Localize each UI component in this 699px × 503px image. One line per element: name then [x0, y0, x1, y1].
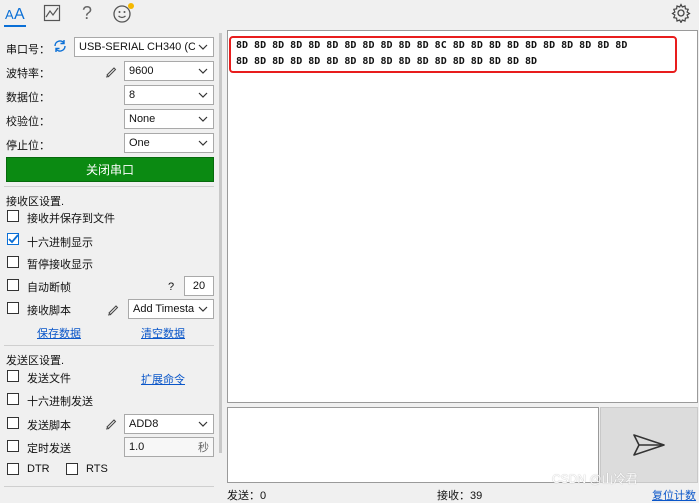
timed-send-label: 定时发送 — [27, 443, 71, 455]
hex-display-checkbox[interactable] — [7, 233, 19, 245]
edit-pen-icon[interactable] — [104, 416, 118, 430]
refresh-icon[interactable] — [52, 38, 68, 54]
send-settings-title: 发送区设置. — [6, 355, 65, 367]
receive-text-area[interactable] — [227, 30, 698, 403]
rts-label: RTS — [86, 463, 108, 475]
chevron-down-icon — [198, 68, 208, 74]
send-script-value: ADD8 — [129, 418, 159, 430]
left-panel-scroll-thumb[interactable] — [219, 33, 222, 453]
chart-icon[interactable] — [42, 2, 62, 24]
top-toolbar — [0, 0, 699, 28]
stopbits-select[interactable]: One — [124, 133, 214, 153]
pause-display-checkbox[interactable] — [7, 256, 19, 268]
reset-count-link[interactable]: 复位计数 — [652, 487, 696, 503]
expand-command-link[interactable]: 扩展命令 — [141, 371, 185, 387]
auto-frame-value: 20 — [192, 280, 206, 292]
divider — [4, 186, 214, 187]
port-select[interactable]: USB-SERIAL CH340 (COM — [74, 37, 214, 57]
save-to-file-checkbox[interactable] — [7, 210, 19, 222]
databits-select-value: 8 — [129, 89, 136, 101]
hex-display-label: 十六进制显示 — [27, 237, 93, 249]
parity-select-value: None — [129, 113, 156, 125]
auto-frame-help[interactable]: ? — [168, 281, 174, 293]
baud-select-value: 9600 — [129, 65, 154, 77]
send-script-select[interactable]: ADD8 — [124, 414, 214, 434]
databits-label: 数据位： — [6, 92, 50, 104]
baud-label: 波特率： — [6, 68, 50, 80]
chevron-down-icon — [198, 140, 208, 146]
sent-count: 发送：0 — [227, 490, 267, 502]
chevron-down-icon — [198, 116, 208, 122]
recv-script-label: 接收脚本 — [27, 305, 71, 317]
svg-text:A: A — [14, 6, 25, 22]
timed-send-unit: 秒 — [198, 442, 209, 454]
chevron-down-icon — [198, 92, 208, 98]
watermark: CSDN @山冷君 — [552, 472, 638, 486]
databits-select[interactable]: 8 — [124, 85, 214, 105]
baud-select[interactable]: 9600 — [124, 61, 214, 81]
parity-select[interactable]: None — [124, 109, 214, 129]
send-file-label: 发送文件 — [27, 373, 71, 385]
checkmark-icon — [8, 234, 19, 244]
dtr-checkbox[interactable] — [7, 463, 19, 475]
save-data-link[interactable]: 保存数据 — [37, 325, 81, 341]
send-text-area[interactable] — [227, 407, 599, 483]
rts-checkbox[interactable] — [66, 463, 78, 475]
chevron-down-icon — [198, 306, 208, 312]
chevron-down-icon — [198, 421, 208, 427]
recv-script-value: Add Timesta — [133, 303, 195, 315]
edit-pen-icon[interactable] — [104, 64, 118, 78]
stopbits-label: 停止位： — [6, 140, 50, 152]
clear-data-link[interactable]: 清空数据 — [141, 325, 185, 341]
timed-send-checkbox[interactable] — [7, 440, 19, 452]
active-tab-indicator — [4, 25, 26, 27]
parity-label: 校验位： — [6, 116, 50, 128]
font-icon[interactable]: AA — [5, 2, 25, 24]
send-script-label: 发送脚本 — [27, 420, 71, 432]
timed-send-interval-input[interactable]: 1.0 秒 — [124, 437, 214, 457]
pause-display-label: 暂停接收显示 — [27, 259, 93, 271]
send-file-checkbox[interactable] — [7, 370, 19, 382]
gear-icon[interactable] — [670, 2, 692, 24]
port-label: 串口号： — [6, 44, 50, 56]
stopbits-select-value: One — [129, 137, 150, 149]
auto-frame-checkbox[interactable] — [7, 279, 19, 291]
help-icon[interactable]: ? — [78, 2, 96, 24]
recv-script-checkbox[interactable] — [7, 302, 19, 314]
divider — [4, 486, 214, 487]
send-script-checkbox[interactable] — [7, 417, 19, 429]
svg-text:A: A — [5, 7, 14, 22]
receive-settings-title: 接收区设置. — [6, 196, 65, 208]
save-to-file-label: 接收并保存到文件 — [27, 213, 115, 225]
edit-pen-icon[interactable] — [106, 302, 120, 316]
close-port-button[interactable]: 关闭串口 — [6, 157, 214, 182]
hex-send-label: 十六进制发送 — [27, 396, 93, 408]
send-icon — [633, 434, 665, 456]
received-count: 接收：39 — [437, 490, 483, 502]
auto-frame-label: 自动断帧 — [27, 282, 71, 294]
chevron-down-icon — [198, 44, 208, 50]
divider — [4, 345, 214, 346]
smiley-icon[interactable] — [112, 2, 136, 24]
highlight-annotation-box — [229, 36, 677, 73]
recv-script-select[interactable]: Add Timesta — [128, 299, 214, 319]
auto-frame-input[interactable]: 20 — [184, 276, 214, 296]
timed-send-value: 1.0 — [129, 441, 145, 453]
hex-send-checkbox[interactable] — [7, 393, 19, 405]
dtr-label: DTR — [27, 463, 50, 475]
port-select-value: USB-SERIAL CH340 (COM — [79, 41, 195, 53]
